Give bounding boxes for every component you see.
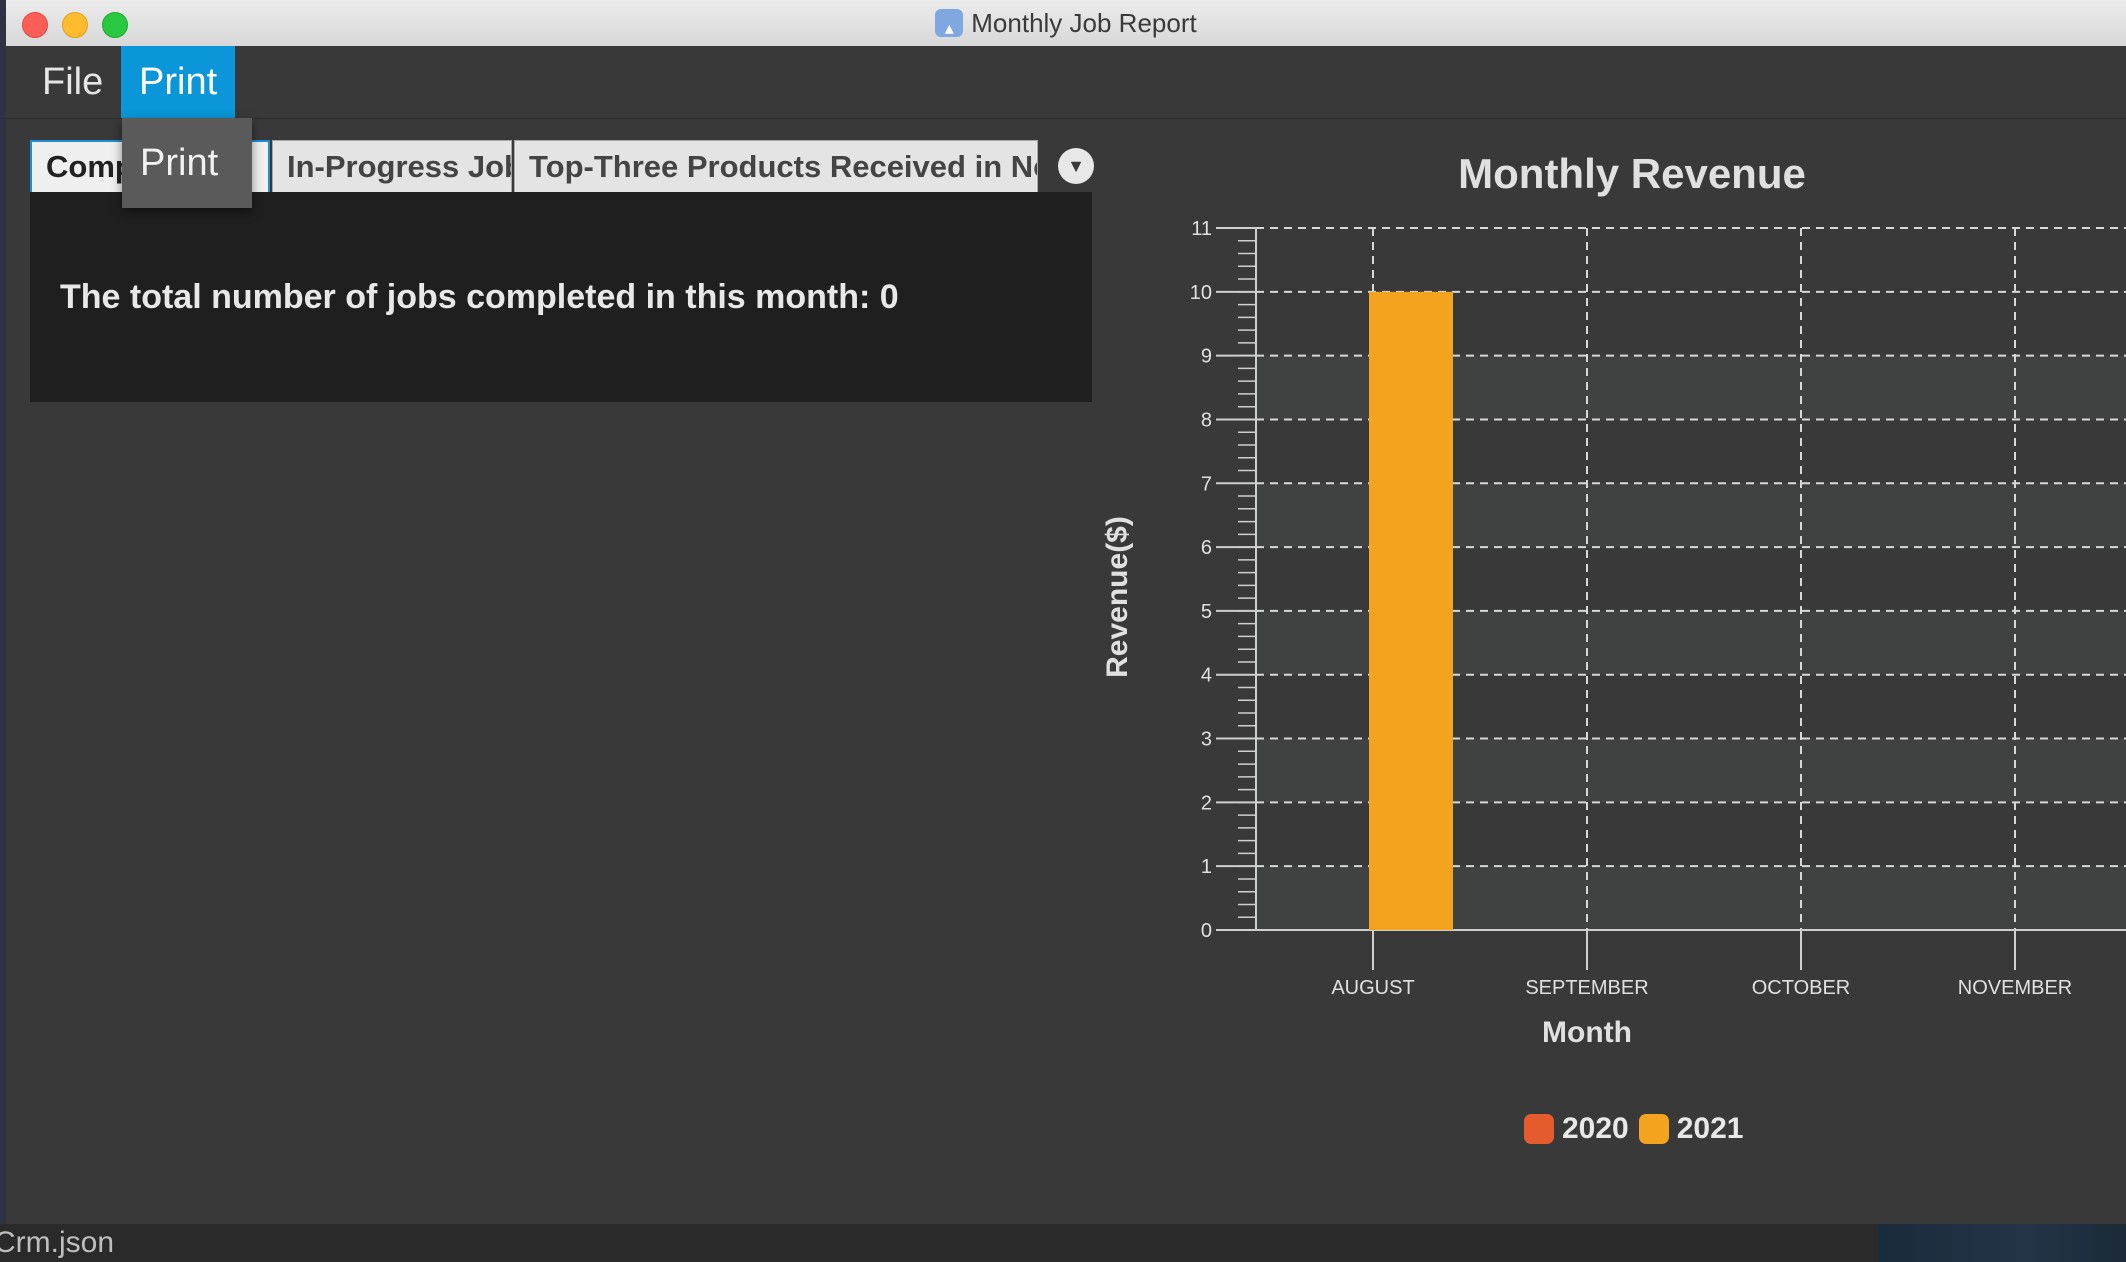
legend-item-2021: 2021 [1638,1112,1744,1146]
menu-bar: File Print [6,46,2126,119]
y-tick-label: 6 [1201,537,1212,559]
desktop-background [1878,1224,2126,1262]
y-tick-label: 8 [1201,409,1212,431]
x-tick-label: NOVEMBER [1958,977,2072,999]
app-window: ▴ Monthly Job Report File Print Print Co… [6,0,2126,1224]
legend-swatch-2021 [1638,1114,1669,1144]
x-tick-label: OCTOBER [1752,977,1851,999]
y-tick-label: 5 [1201,601,1212,623]
chart-title: Monthly Revenue [1458,150,1806,197]
tab-content-panel: The total number of jobs completed in th… [30,192,1092,402]
x-tick-label: AUGUST [1331,977,1414,999]
y-tick-label: 3 [1201,729,1212,751]
y-tick-label: 4 [1201,665,1212,687]
y-tick-label: 7 [1201,473,1212,495]
y-tick-label: 1 [1201,856,1212,878]
print-dropdown-item[interactable]: Print [122,118,252,208]
app-icon: ▴ [935,9,964,37]
y-tick-label: 9 [1201,346,1212,368]
chart-legend: 2020 2021 [1524,1112,1744,1146]
menu-print[interactable]: Print [121,46,236,118]
title-group: ▴ Monthly Job Report [6,0,2126,46]
revenue-chart: 0 1 2 3 4 5 6 7 8 9 10 11 AUGUST SEPTEMBER OCTOBER NOVE… [1190,218,2126,1049]
y-tick-label: 10 [1190,282,1212,304]
bar-2021-august [1369,291,1453,930]
legend-swatch-2020 [1524,1114,1554,1144]
y-tick-label: 11 [1191,218,1212,240]
y-tick-label: 0 [1201,920,1212,942]
legend-item-2020: 2020 [1524,1112,1629,1146]
y-tick-label: 2 [1201,792,1212,814]
jobs-completed-text: The total number of jobs completed in th… [60,278,899,316]
menu-file[interactable]: File [24,46,121,118]
title-bar: ▴ Monthly Job Report [6,0,2126,47]
tab-top-three-products[interactable]: Top-Three Products Received in Nov [514,140,1038,192]
status-bar: Crm.json [0,1224,1878,1262]
tab-overflow-chevron-icon[interactable]: ▼ [1058,148,1094,184]
window-title: Monthly Job Report [971,7,1197,38]
status-filename: Crm.json [0,1226,115,1259]
legend-label-2020: 2020 [1562,1112,1629,1145]
tab-in-progress-job[interactable]: In-Progress Job [272,140,512,192]
x-axis-label: Month [1542,1016,1632,1049]
x-tick-label: SEPTEMBER [1525,977,1648,999]
legend-label-2021: 2021 [1676,1112,1744,1145]
